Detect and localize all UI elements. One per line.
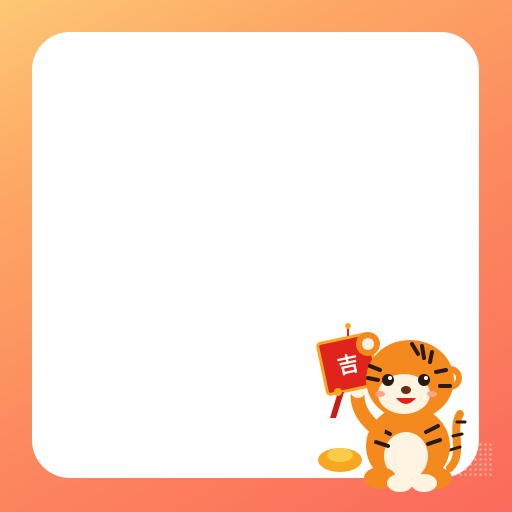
- tiger-mascot-icon: 吉: [300, 318, 490, 496]
- avatar-frame: 吉: [0, 0, 512, 512]
